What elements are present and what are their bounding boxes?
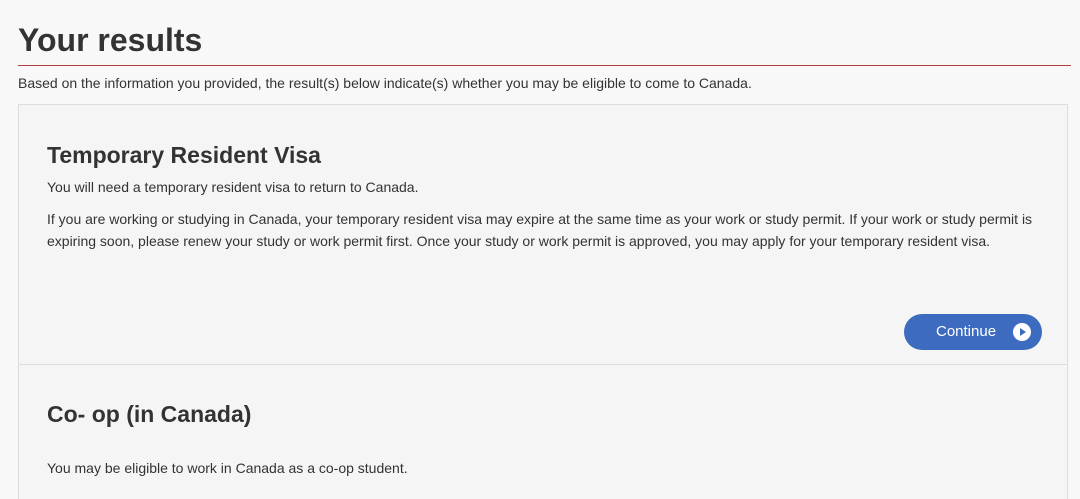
results-intro: Based on the information you provided, t… <box>18 75 752 91</box>
result-panel-co-op: Co- op (in Canada) You may be eligible t… <box>18 364 1068 499</box>
continue-button[interactable]: Continue <box>904 314 1042 350</box>
results-page: Your results Based on the information yo… <box>0 0 1080 499</box>
result-heading: Co- op (in Canada) <box>47 401 252 427</box>
result-heading: Temporary Resident Visa <box>47 142 321 168</box>
result-summary: You will need a temporary resident visa … <box>47 179 419 195</box>
result-summary: You may be eligible to work in Canada as… <box>47 460 408 476</box>
title-divider <box>18 65 1071 66</box>
result-details: If you are working or studying in Canada… <box>47 211 1033 249</box>
play-circle-icon <box>1013 323 1031 341</box>
result-panel-temporary-resident-visa: Temporary Resident Visa You will need a … <box>18 104 1068 365</box>
continue-button-label: Continue <box>936 323 997 340</box>
page-title: Your results <box>18 22 203 58</box>
